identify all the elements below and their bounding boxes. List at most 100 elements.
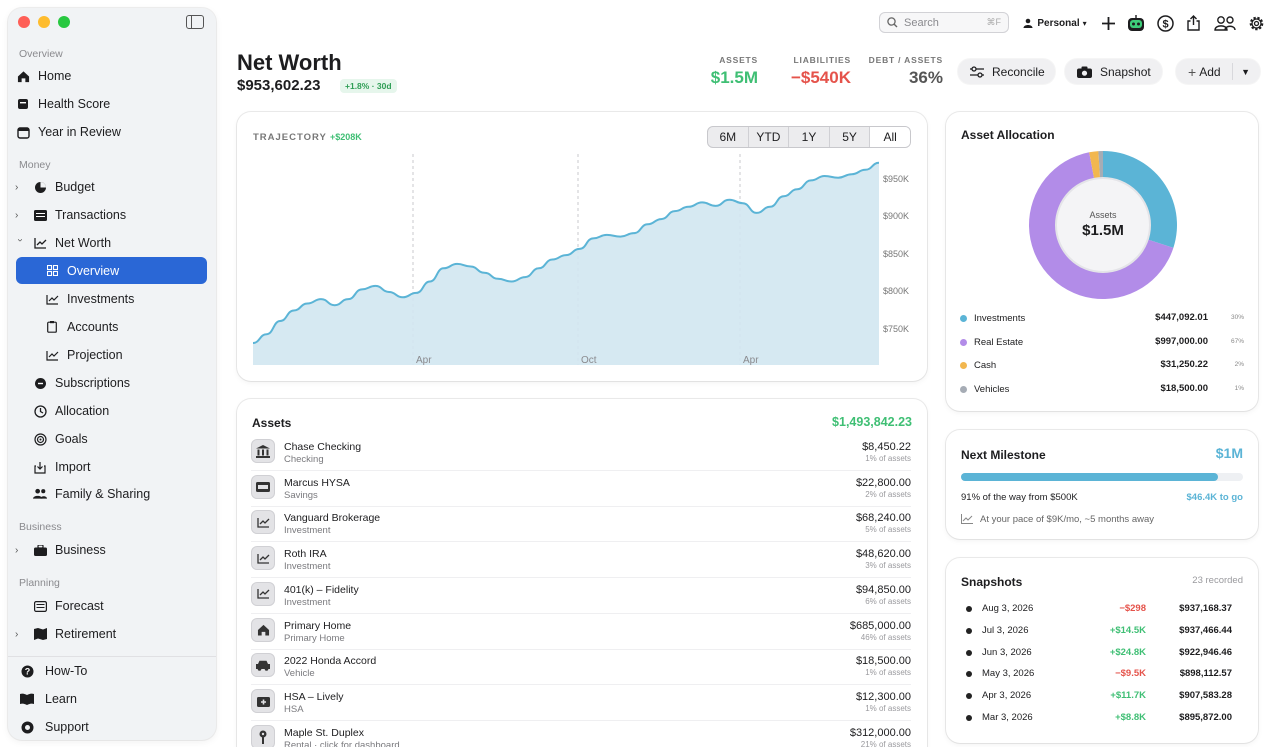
snapshots-title: Snapshots [961,575,1023,589]
chevron-down-icon[interactable]: › [15,238,26,248]
legend-name: Investments [974,313,1026,324]
snapshot-button[interactable]: Snapshot [1065,59,1162,84]
sidebar-item-import[interactable]: Import [16,454,207,480]
sidebar-item-business[interactable]: › Business [15,537,207,563]
subscriptions-icon [33,376,47,390]
sidebar-item-how-to[interactable]: ? How-To [20,658,211,684]
chevron-right-icon[interactable]: › [15,629,25,640]
sidebar-item-forecast[interactable]: Forecast [16,593,207,619]
snapshot-date: Aug 3, 2026 [982,603,1034,614]
asset-name: 2022 Honda Accord [284,655,377,668]
sidebar-item-accounts[interactable]: Accounts [16,314,207,340]
sidebar-item-projection[interactable]: Projection [16,342,207,368]
snapshot-date: Jun 3, 2026 [982,646,1032,658]
snapshot-row[interactable]: Jul 3, 2026 +$14.5K $937,466.44 [966,625,1244,639]
asset-row[interactable]: 2022 Honda Accord Vehicle $18,500.00 1% of … [251,649,911,686]
zoom-window-button[interactable] [58,16,70,28]
house-icon [251,617,275,642]
sidebar-item-goals[interactable]: Goals [16,426,207,452]
sidebar-item-support[interactable]: Support [20,714,211,740]
import-icon [33,460,47,474]
asset-row[interactable]: HSA – Lively HSA $12,300.00 1% of assets [251,685,911,721]
people-icon[interactable] [1212,14,1238,32]
minimize-window-button[interactable] [38,16,50,28]
snapshot-date: Mar 3, 2026 [982,712,1033,723]
asset-amount: $12,300.00 [855,690,911,703]
chevron-right-icon[interactable]: › [15,210,25,221]
asset-type: Checking [284,454,324,465]
asset-row[interactable]: Roth IRA Investment $48,620.00 3% of assets [251,542,911,579]
asset-row[interactable]: Chase Checking Checking $8,450.22 1% of ass… [251,435,911,471]
assistant-robot-icon[interactable] [1126,14,1146,32]
sidebar-item-learn[interactable]: Learn [20,686,211,712]
sidebar-item-subscriptions[interactable]: Subscriptions [16,370,207,396]
chevron-down-icon[interactable]: ▼ [1241,67,1250,77]
asset-amount: $685,000.00 [849,619,911,632]
sliders-icon [970,65,984,78]
sidebar-item-retirement[interactable]: › Retirement [15,621,207,647]
savings-icon [251,474,275,499]
sidebar-item-allocation[interactable]: Allocation [16,398,207,424]
asset-share: 3% of assets [865,561,911,571]
asset-row[interactable]: Vanguard Brokerage Investment $68,240.00 5%… [251,506,911,543]
sidebar-toggle-icon[interactable] [186,15,204,29]
y-tick-label: $900K [883,211,909,221]
plus-icon[interactable] [1099,14,1117,32]
snapshot-row[interactable]: May 3, 2026 −$9.5K $898,112.57 [966,668,1244,682]
legend-value: $18,500.00 [1160,382,1208,394]
sidebar-item-net-worth[interactable]: › Net Worth [15,230,207,256]
trend-icon [45,292,59,306]
close-window-button[interactable] [18,16,30,28]
sidebar-item-label: Overview [67,263,120,278]
debt-ratio-value: 36% [908,68,943,87]
asset-type: Rental · click for dashboard [284,739,400,747]
sidebar-item-overview[interactable]: Overview [16,257,207,284]
sidebar-item-label: Allocation [55,404,110,418]
briefcase-icon [33,543,47,557]
asset-row[interactable]: Maple St. Duplex Rental · click for dashb… [251,721,911,747]
asset-name: Chase Checking [284,441,362,453]
page-title: Net Worth [237,50,342,75]
search-input[interactable]: Search ⌘F [879,12,1009,33]
profile-label: Personal [1037,17,1080,29]
snapshot-row[interactable]: Jun 3, 2026 +$24.8K $922,946.46 [966,647,1244,661]
people-icon [33,487,47,501]
snapshot-row[interactable]: Aug 3, 2026 −$298 $937,168.37 [966,603,1244,617]
snapshot-value: $907,583.28 [1179,690,1232,702]
sidebar-item-investments[interactable]: Investments [16,286,207,312]
chevron-right-icon[interactable]: › [15,545,25,556]
profile-switcher[interactable]: Personal ▾ [1022,14,1088,32]
sidebar-item-label: Transactions [55,208,127,222]
gear-icon[interactable] [1246,14,1266,32]
share-icon[interactable] [1184,14,1202,32]
asset-row[interactable]: Marcus HYSA Savings $22,800.00 2% of assets [251,471,911,507]
legend-swatch [960,338,967,346]
snapshot-date: May 3, 2026 [982,668,1035,680]
reconcile-button[interactable]: Reconcile [958,59,1055,84]
sidebar-item-home[interactable]: Home [16,63,207,89]
sidebar-item-label: Goals [55,432,88,446]
asset-row[interactable]: Primary Home Primary Home $685,000.00 46% o… [251,614,911,650]
snapshot-value: $922,946.46 [1179,646,1232,658]
sidebar-item-family-sharing[interactable]: Family & Sharing [16,481,207,507]
asset-amount: $8,450.22 [862,441,911,453]
clock-icon [33,404,47,418]
add-button[interactable]: + Add ▼ [1176,59,1260,84]
pie-chart-icon [33,180,47,194]
currency-icon[interactable]: $ [1155,14,1175,32]
sidebar-item-year-in-review[interactable]: Year in Review [16,119,207,145]
sidebar-item-transactions[interactable]: › Transactions [15,202,207,228]
y-tick-label: $950K [883,174,909,184]
snapshot-row[interactable]: Mar 3, 2026 +$8.8K $895,872.00 [966,712,1244,726]
sidebar-item-budget[interactable]: › Budget [15,174,207,200]
asset-row[interactable]: 401(k) – Fidelity Investment $94,850.00 6% … [251,578,911,614]
chevron-right-icon[interactable]: › [15,182,25,193]
liabilities-kpi-value: −$540K [790,68,851,87]
snapshot-row[interactable]: Apr 3, 2026 +$11.7K $907,583.28 [966,690,1244,704]
sidebar-item-label: Family & Sharing [55,487,151,501]
legend-name: Vehicles [974,383,1010,395]
health-score-icon [16,97,30,111]
asset-name: 401(k) – Fidelity [284,583,359,596]
asset-name: Maple St. Duplex [284,726,364,739]
sidebar-item-health-score[interactable]: Health Score [16,91,207,117]
